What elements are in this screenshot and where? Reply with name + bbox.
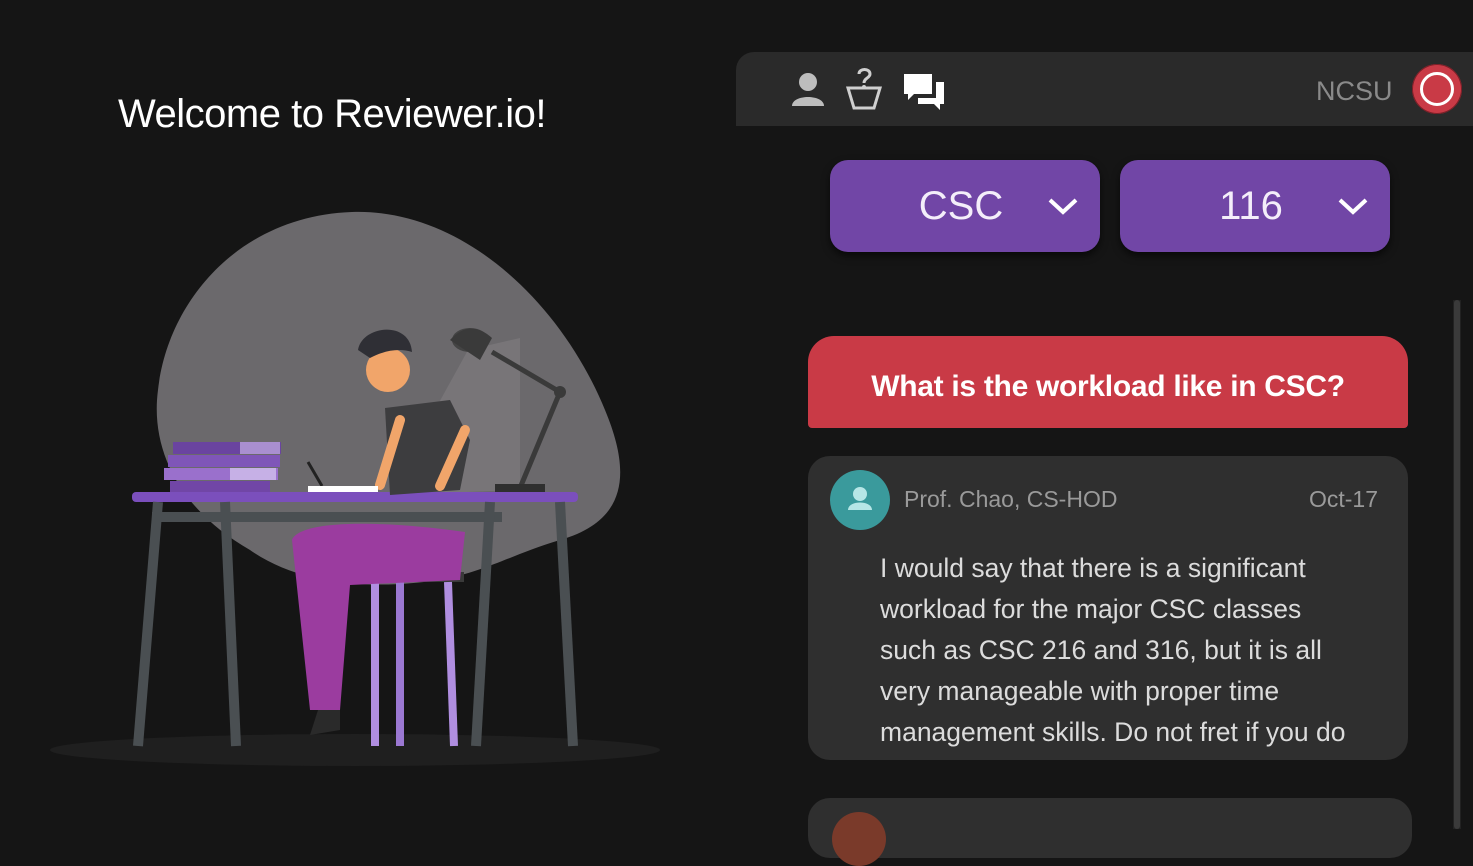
chevron-down-icon	[1048, 198, 1078, 215]
scrollbar-thumb[interactable]	[1454, 300, 1460, 829]
user-avatar-icon	[848, 487, 872, 510]
avatar	[832, 812, 886, 866]
course-number-dropdown[interactable]: 116	[1120, 160, 1390, 252]
question-text: What is the workload like in CSC?	[871, 370, 1345, 403]
answer-card[interactable]: Prof. Chao, CS-HOD Oct-17 I would say th…	[808, 456, 1408, 760]
user-icon[interactable]	[784, 66, 832, 114]
chat-icon[interactable]	[900, 66, 948, 114]
top-bar: NCSU	[736, 52, 1473, 126]
answer-author: Prof. Chao, CS-HOD	[904, 486, 1118, 512]
power-icon[interactable]	[1412, 64, 1462, 114]
chevron-down-icon	[1338, 198, 1368, 215]
question-banner[interactable]: What is the workload like in CSC?	[808, 336, 1408, 428]
avatar	[830, 470, 890, 530]
studying-illustration	[50, 211, 660, 766]
answer-date: Oct-17	[1308, 486, 1378, 512]
answer-card[interactable]	[808, 798, 1412, 866]
question-icon[interactable]	[840, 66, 888, 114]
welcome-title: Welcome to Reviewer.io!	[118, 92, 546, 136]
department-dropdown[interactable]: CSC	[830, 160, 1100, 252]
school-label: NCSU	[1316, 76, 1393, 106]
answer-text: I would say that there is a significant …	[880, 553, 1346, 747]
